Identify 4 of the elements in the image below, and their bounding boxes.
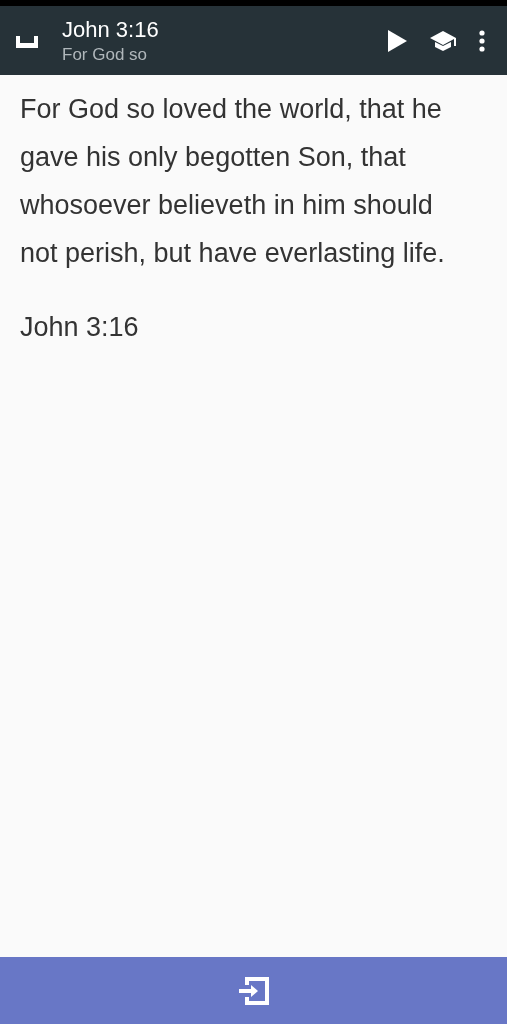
verse-subtitle: For God so — [62, 43, 149, 66]
verse-text: For God so loved the world, that he gave his only begotten Son, that whosoever believeth in him should not perish, but have everlasting life. — [20, 93, 446, 270]
verse-title: John 3:16 — [62, 15, 160, 44]
verse-reference: John 3:16 — [20, 311, 140, 344]
